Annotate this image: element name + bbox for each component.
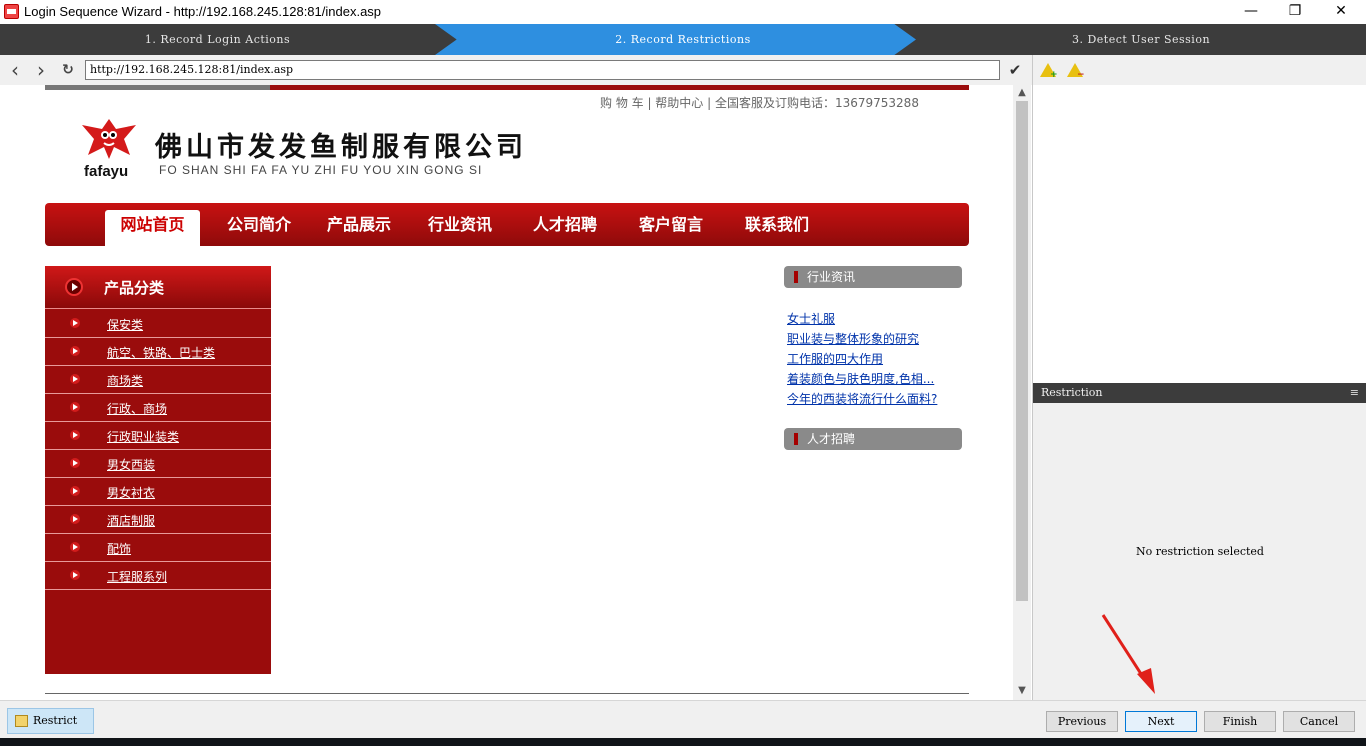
maximize-button[interactable]: ❐ xyxy=(1272,0,1318,24)
restrictions-list[interactable] xyxy=(1033,85,1366,383)
refresh-icon[interactable]: ↻ xyxy=(58,60,78,80)
play-bullet-icon xyxy=(70,486,80,496)
go-icon[interactable]: ✔ xyxy=(1005,60,1025,80)
news-link[interactable]: 工作服的四大作用 xyxy=(787,350,883,367)
nav-item-industry-news[interactable]: 行业资讯 xyxy=(428,203,492,246)
nav-item-products[interactable]: 产品展示 xyxy=(327,203,391,246)
step-record-login-actions: 1. Record Login Actions xyxy=(144,33,291,46)
company-name-en: FO SHAN SHI FA FA YU ZHI FU YOU XIN GONG… xyxy=(159,163,483,177)
play-bullet-icon xyxy=(70,402,80,412)
play-bullet-icon xyxy=(70,318,80,328)
jobs-title: 人才招聘 xyxy=(784,428,962,450)
nav-item-about[interactable]: 公司简介 xyxy=(227,203,291,246)
back-icon[interactable]: ‹ xyxy=(5,60,25,80)
category-link[interactable]: 行政职业装类 xyxy=(107,428,179,445)
next-button[interactable]: Next xyxy=(1125,711,1197,732)
scroll-up-icon[interactable]: ▲ xyxy=(1013,87,1031,98)
footer-divider xyxy=(45,693,969,694)
restrict-icon xyxy=(15,715,28,727)
restriction-header-label: Restriction xyxy=(1041,386,1103,399)
restriction-header: Restriction ≡ xyxy=(1033,383,1366,403)
category-link[interactable]: 保安类 xyxy=(107,316,143,333)
category-link[interactable]: 航空、铁路、巴士类 xyxy=(107,344,215,361)
restrictions-toolbar: + − xyxy=(1033,55,1366,85)
category-item[interactable]: 保安类 xyxy=(45,310,271,338)
company-name-cn: 佛山市发发鱼制服有限公司 xyxy=(155,132,527,163)
no-restriction-text: No restriction selected xyxy=(1136,545,1264,558)
os-taskbar xyxy=(0,738,1366,746)
category-item[interactable]: 行政职业装类 xyxy=(45,422,271,450)
wizard-bottom-bar: Restrict Previous Next Finish Cancel xyxy=(0,700,1366,738)
finish-button[interactable]: Finish xyxy=(1204,711,1276,732)
play-bullet-icon xyxy=(70,374,80,384)
play-bullet-icon xyxy=(70,430,80,440)
logo-text: fafayu xyxy=(84,163,129,180)
category-item[interactable]: 男女西装 xyxy=(45,450,271,478)
news-link[interactable]: 今年的西装将流行什么面料? xyxy=(787,390,937,407)
category-item[interactable]: 行政、商场 xyxy=(45,394,271,422)
news-link[interactable]: 女士礼服 xyxy=(787,310,835,327)
product-category-panel: 产品分类 保安类 航空、铁路、巴士类 商场类 行政、商场 行政职业装类 男女西装… xyxy=(45,266,271,674)
play-bullet-icon xyxy=(70,346,80,356)
category-item[interactable]: 配饰 xyxy=(45,534,271,562)
play-bullet-icon xyxy=(70,458,80,468)
site-top-links[interactable]: 购 物 车 | 帮助中心 | 全国客服及订购电话：13679753288 xyxy=(600,94,919,111)
url-input[interactable]: http://192.168.245.128:81/index.asp xyxy=(85,60,1000,80)
news-link[interactable]: 着装颜色与肤色明度,色相... xyxy=(787,370,934,387)
fafayu-logo-icon xyxy=(82,119,136,159)
window-title: Login Sequence Wizard - http://192.168.2… xyxy=(24,4,382,19)
category-link[interactable]: 行政、商场 xyxy=(107,400,167,417)
wizard-steps: 1. Record Login Actions 2. Record Restri… xyxy=(0,24,1366,55)
cancel-button[interactable]: Cancel xyxy=(1283,711,1355,732)
annotation-arrow-icon xyxy=(1101,614,1155,694)
category-link[interactable]: 商场类 xyxy=(107,372,143,389)
category-item[interactable]: 航空、铁路、巴士类 xyxy=(45,338,271,366)
category-title: 产品分类 xyxy=(104,279,165,297)
close-button[interactable]: ✕ xyxy=(1318,0,1364,24)
category-header: 产品分类 xyxy=(45,266,271,309)
step-record-restrictions: 2. Record Restrictions xyxy=(615,33,751,46)
nav-item-home[interactable]: 网站首页 xyxy=(105,210,200,246)
category-link[interactable]: 男女衬衣 xyxy=(107,484,155,501)
app-icon xyxy=(4,4,19,19)
vertical-scrollbar[interactable]: ▲ ▼ xyxy=(1013,85,1031,700)
restrict-label: Restrict xyxy=(33,714,78,727)
play-bullet-icon xyxy=(70,514,80,524)
restriction-details: No restriction selected xyxy=(1033,403,1366,700)
browser-viewport: 购 物 车 | 帮助中心 | 全国客服及订购电话：13679753288 faf… xyxy=(0,85,1013,700)
nav-item-messages[interactable]: 客户留言 xyxy=(639,203,703,246)
news-link[interactable]: 职业装与整体形象的研究 xyxy=(787,330,919,347)
title-bar: Login Sequence Wizard - http://192.168.2… xyxy=(0,0,1366,24)
scroll-down-icon[interactable]: ▼ xyxy=(1013,685,1031,696)
category-link[interactable]: 配饰 xyxy=(107,540,131,557)
industry-news-title: 行业资讯 xyxy=(784,266,962,288)
minus-icon: − xyxy=(1077,70,1085,80)
plus-icon: + xyxy=(1050,70,1058,80)
category-link[interactable]: 酒店制服 xyxy=(107,512,155,529)
restrictions-panel: + − Restriction ≡ No restriction selecte… xyxy=(1032,55,1366,700)
category-item[interactable]: 酒店制服 xyxy=(45,506,271,534)
previous-button[interactable]: Previous xyxy=(1046,711,1118,732)
site-top-line-accent xyxy=(45,85,270,90)
nav-item-contact[interactable]: 联系我们 xyxy=(745,203,809,246)
category-link[interactable]: 男女西装 xyxy=(107,456,155,473)
play-circle-icon xyxy=(65,278,83,296)
category-item[interactable]: 商场类 xyxy=(45,366,271,394)
play-bullet-icon xyxy=(70,570,80,580)
scrollbar-thumb[interactable] xyxy=(1016,101,1028,601)
play-bullet-icon xyxy=(70,542,80,552)
forward-icon[interactable]: › xyxy=(31,60,51,80)
category-item[interactable]: 男女衬衣 xyxy=(45,478,271,506)
category-link[interactable]: 工程服系列 xyxy=(107,568,167,585)
step-detect-user-session: 3. Detect User Session xyxy=(1071,33,1211,46)
restrict-button[interactable]: Restrict xyxy=(7,708,94,734)
minimize-button[interactable]: — xyxy=(1228,0,1274,24)
nav-item-jobs[interactable]: 人才招聘 xyxy=(533,203,597,246)
category-item[interactable]: 工程服系列 xyxy=(45,562,271,590)
site-main-nav: 网站首页 公司简介 产品展示 行业资讯 人才招聘 客户留言 联系我们 xyxy=(45,203,969,246)
menu-icon[interactable]: ≡ xyxy=(1350,383,1359,403)
